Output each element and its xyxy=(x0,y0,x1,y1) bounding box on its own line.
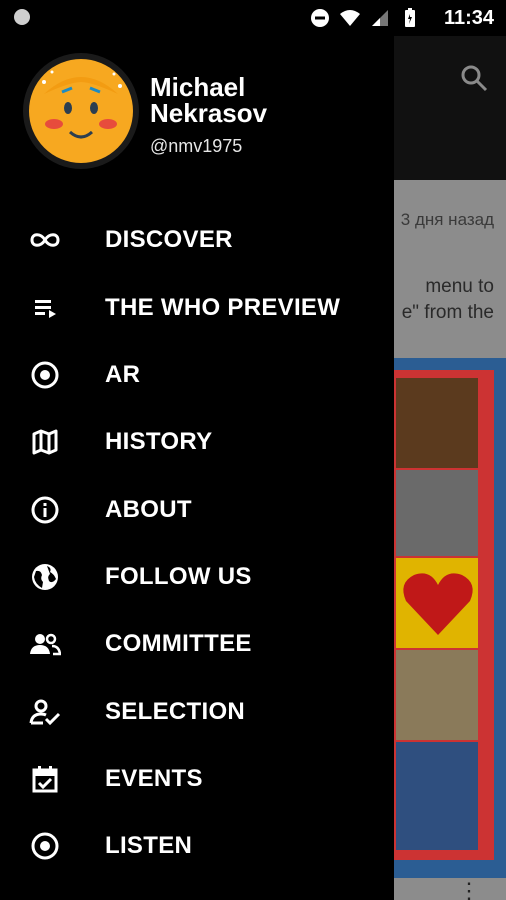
search-icon[interactable] xyxy=(460,64,488,92)
profile-name: Michael Nekrasov xyxy=(150,74,267,126)
post-text-line1: menu to xyxy=(425,276,494,297)
background-app: 3 дня назад menu to e" from the ⋮ xyxy=(394,36,506,900)
globe-icon xyxy=(28,560,62,594)
menu-item-discover[interactable]: DISCOVER xyxy=(0,210,394,270)
navigation-drawer: Michael Nekrasov @nmv1975 DISCOVER THE W… xyxy=(0,36,394,900)
calendar-check-icon xyxy=(28,762,62,796)
info-icon xyxy=(28,493,62,527)
menu-item-label: AR xyxy=(105,361,141,388)
menu-item-selection[interactable]: SELECTION xyxy=(0,682,394,742)
profile-handle: @nmv1975 xyxy=(150,136,243,156)
menu-item-history[interactable]: HISTORY xyxy=(0,412,394,472)
menu-item-label: ABOUT xyxy=(105,496,192,523)
clock: 11:34 xyxy=(443,7,494,29)
playlist-icon xyxy=(28,291,62,325)
map-icon xyxy=(28,425,62,459)
menu-item-label: SELECTION xyxy=(105,698,246,725)
avatar[interactable] xyxy=(22,52,140,170)
do-not-disturb-icon xyxy=(311,9,329,27)
menu-item-ar[interactable]: AR xyxy=(0,345,394,405)
background-toolbar xyxy=(394,36,506,180)
people-icon xyxy=(28,627,62,661)
profile-last-name: Nekrasov xyxy=(150,98,268,128)
menu-item-label: EVENTS xyxy=(105,765,203,792)
album-art-image xyxy=(394,358,506,878)
post-text-line2: e" from the xyxy=(401,302,494,323)
menu-item-label: DISCOVER xyxy=(105,226,233,253)
menu-item-the-who-preview[interactable]: THE WHO PREVIEW xyxy=(0,278,394,338)
target-icon xyxy=(28,358,62,392)
menu-item-label: HISTORY xyxy=(105,428,213,455)
notification-dot-icon xyxy=(14,9,30,25)
background-card: 3 дня назад menu to e" from the ⋮ xyxy=(394,180,506,900)
profile-first-name: Michael xyxy=(150,72,246,102)
post-date: 3 дня назад xyxy=(400,210,494,229)
status-bar: 11:34 xyxy=(0,0,506,36)
person-check-icon xyxy=(28,695,62,729)
record-icon xyxy=(28,829,62,863)
menu-item-label: FOLLOW US xyxy=(105,563,252,590)
menu-item-label: COMMITTEE xyxy=(105,630,252,657)
more-options-icon[interactable]: ⋮ xyxy=(458,880,480,900)
menu-item-about[interactable]: ABOUT xyxy=(0,480,394,540)
cell-signal-icon xyxy=(372,10,388,26)
menu-item-label: LISTEN xyxy=(105,832,193,859)
menu-item-follow-us[interactable]: FOLLOW US xyxy=(0,547,394,607)
menu-item-label: THE WHO PREVIEW xyxy=(105,294,341,321)
menu-item-listen[interactable]: LISTEN xyxy=(0,816,394,876)
wifi-icon xyxy=(340,10,360,26)
menu-item-events[interactable]: EVENTS xyxy=(0,749,394,809)
infinity-icon xyxy=(28,223,62,257)
menu-item-committee[interactable]: COMMITTEE xyxy=(0,614,394,674)
status-icons xyxy=(310,8,420,28)
battery-icon xyxy=(405,8,415,27)
